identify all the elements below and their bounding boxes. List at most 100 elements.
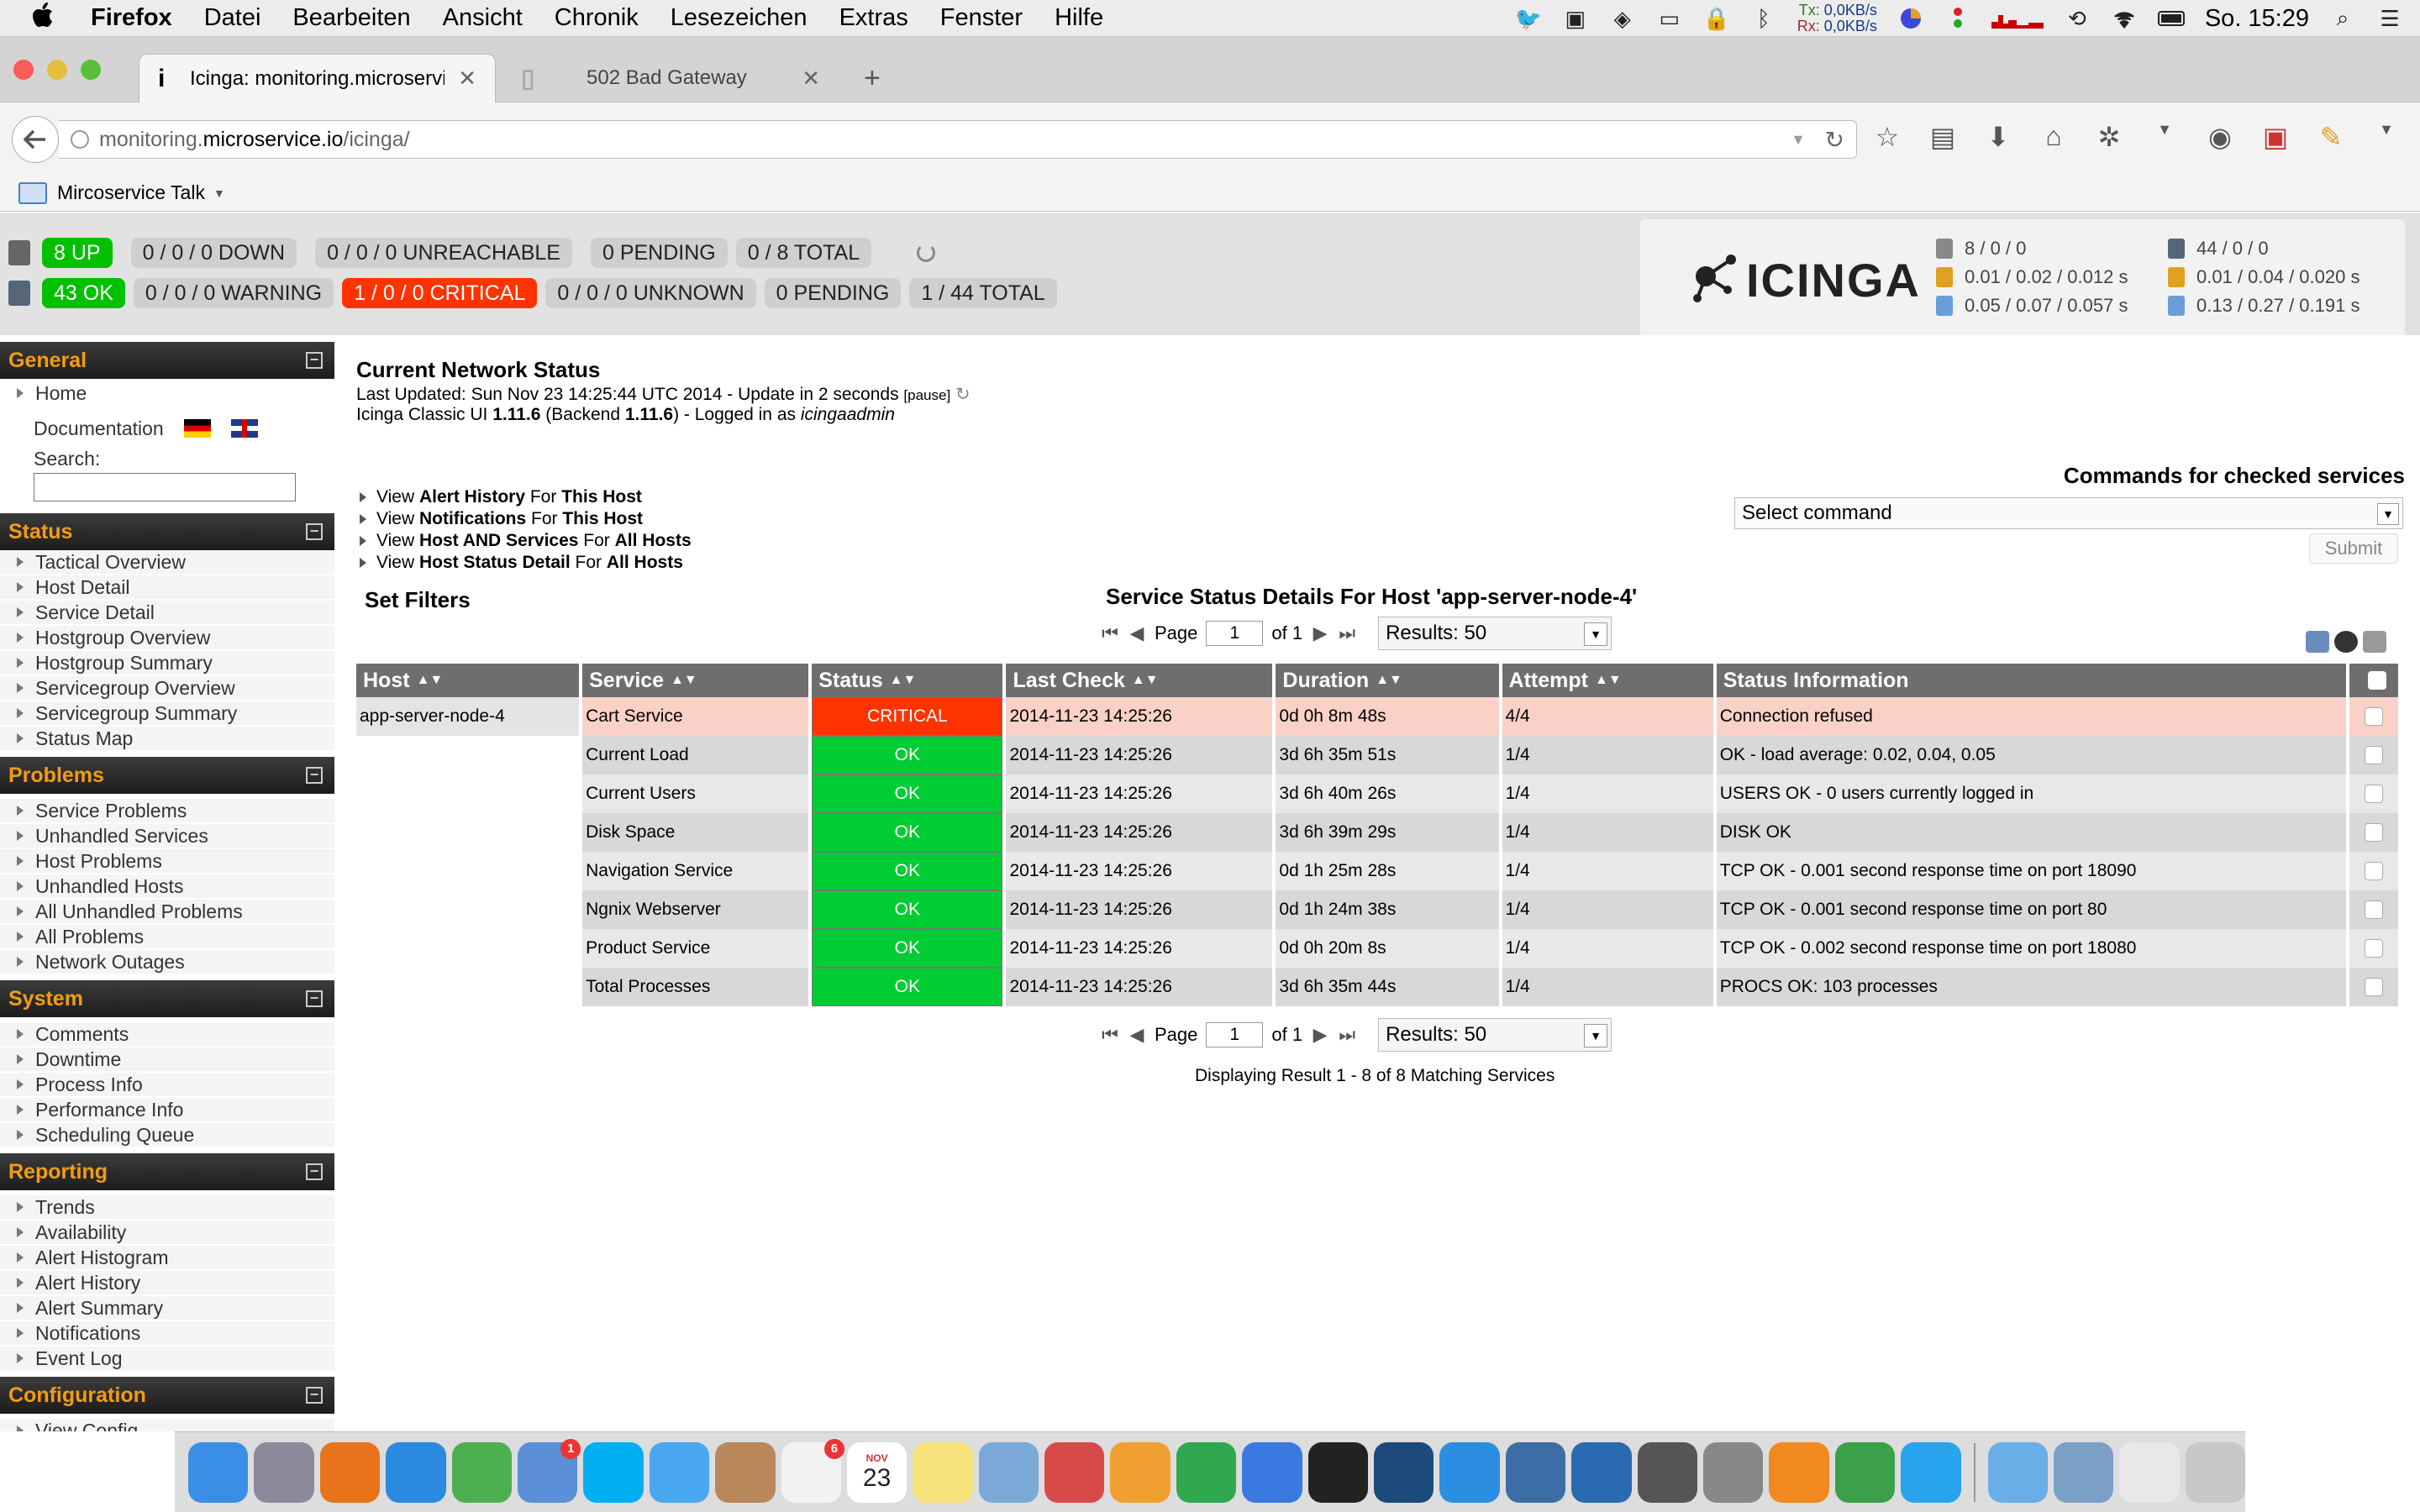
sidebar-item-downtime[interactable]: Downtime — [0, 1047, 334, 1073]
link-view-notifications[interactable]: View Notifications For This Host — [360, 508, 692, 530]
contacts-icon[interactable] — [715, 1441, 776, 1503]
host-cell[interactable]: app-server-node-4 — [356, 697, 580, 736]
last-page-icon[interactable]: ⏭ — [1338, 622, 1356, 644]
row-checkbox[interactable] — [2365, 746, 2384, 764]
cpu-pie-icon[interactable] — [1897, 7, 1924, 30]
menu-datei[interactable]: Datei — [204, 4, 261, 32]
skype-icon[interactable] — [583, 1441, 644, 1503]
window-minimize-button[interactable] — [47, 60, 67, 80]
sidebar-item-network-outages[interactable]: Network Outages — [0, 950, 334, 975]
notes-icon[interactable] — [913, 1441, 973, 1503]
battery-icon[interactable] — [2157, 7, 2185, 30]
sidebar-item-servicegroup-summary[interactable]: Servicegroup Summary — [0, 701, 334, 727]
sidebar-item-service-problems[interactable]: Service Problems — [0, 799, 334, 824]
menubar-clock[interactable]: So. 15:29 — [2205, 5, 2309, 33]
time-machine-icon[interactable]: ⟲ — [2064, 6, 2091, 31]
home-folder-icon[interactable] — [2053, 1441, 2114, 1503]
trash-icon[interactable] — [2185, 1441, 2246, 1503]
sidebar-item-performance-info[interactable]: Performance Info — [0, 1098, 334, 1123]
messages-icon[interactable] — [649, 1441, 710, 1503]
sort-arrows-icon[interactable]: ▲▼ — [890, 673, 917, 688]
reading-list-icon[interactable]: ▤ — [1928, 121, 1958, 153]
service-cell[interactable]: Product Service — [582, 929, 809, 968]
row-checkbox[interactable] — [2365, 785, 2384, 803]
sidebar-item-view-config[interactable]: View Config — [0, 1419, 334, 1431]
sidebar-item-all-problems[interactable]: All Problems — [0, 925, 334, 950]
sidebar-item-availability[interactable]: Availability — [0, 1221, 334, 1246]
apple-menu-icon[interactable] — [32, 2, 66, 34]
sidebar-item-notifications[interactable]: Notifications — [0, 1321, 334, 1347]
tab-close-icon[interactable]: ✕ — [458, 66, 476, 92]
chevron-down-icon[interactable]: ▼ — [213, 186, 225, 200]
sidebar-item-service-detail[interactable]: Service Detail — [0, 601, 334, 626]
numbers-icon[interactable] — [1176, 1441, 1237, 1503]
page-number-input[interactable]: 1 — [1206, 1022, 1264, 1047]
menu-chronik[interactable]: Chronik — [555, 4, 639, 32]
vpn-extension-icon[interactable]: ◉ — [2205, 121, 2235, 153]
last-page-icon[interactable]: ⏭ — [1338, 1024, 1356, 1046]
menubar-app-name[interactable]: Firefox — [91, 4, 172, 32]
elephant-icon[interactable] — [1571, 1441, 1632, 1503]
home-icon[interactable]: ⌂ — [2039, 121, 2069, 153]
refresh-small-icon[interactable]: ↻ — [955, 385, 971, 404]
tab-icinga[interactable]: i Icinga: monitoring.microservi... ✕ — [139, 54, 496, 102]
reload-icon[interactable]: ↻ — [1825, 126, 1844, 154]
first-page-icon[interactable]: ⏮ — [1101, 622, 1119, 644]
refresh-table-icon[interactable] — [2334, 631, 2358, 653]
sidebar-item-status-map[interactable]: Status Map — [0, 727, 334, 752]
sidebar-item-unhandled-hosts[interactable]: Unhandled Hosts — [0, 874, 334, 900]
link-view-host-status-detail[interactable]: View Host Status Detail For All Hosts — [360, 552, 692, 574]
english-flag-icon[interactable] — [230, 419, 258, 438]
notification-center-icon[interactable]: ☰ — [2376, 6, 2403, 31]
menu-hilfe[interactable]: Hilfe — [1055, 4, 1103, 32]
sidebar-section-system[interactable]: System − — [0, 980, 334, 1017]
services-pending-badge[interactable]: 0 PENDING — [764, 278, 902, 308]
hosts-pending-badge[interactable]: 0 PENDING — [590, 238, 728, 268]
sidebar-item-event-log[interactable]: Event Log — [0, 1347, 334, 1372]
collapse-icon[interactable]: − — [306, 352, 323, 369]
sort-arrows-icon[interactable]: ▲▼ — [1132, 673, 1159, 688]
reminders-icon[interactable]: 6 — [781, 1438, 844, 1503]
sidebar-item-host-problems[interactable]: Host Problems — [0, 849, 334, 874]
url-history-dropdown-icon[interactable]: ▼ — [1791, 131, 1806, 149]
row-checkbox[interactable] — [2365, 939, 2384, 958]
bookmark-folder-mircoservice-talk[interactable]: Mircoservice Talk — [57, 181, 205, 204]
extension-icon[interactable]: ✲ — [2094, 121, 2124, 153]
sublime-icon[interactable] — [1637, 1441, 1697, 1503]
mail-icon[interactable]: 1 — [517, 1438, 581, 1503]
tab-close-icon[interactable]: ✕ — [802, 66, 820, 92]
photos-icon[interactable] — [1044, 1441, 1105, 1503]
menu-lesezeichen[interactable]: Lesezeichen — [671, 4, 808, 32]
german-flag-icon[interactable] — [183, 419, 211, 438]
network-throughput[interactable]: Tx: 0,0KB/s Rx: 0,0KB/s — [1797, 3, 1877, 34]
collapse-icon[interactable]: − — [306, 990, 323, 1007]
preview-icon[interactable] — [978, 1441, 1039, 1503]
first-page-icon[interactable]: ⏮ — [1101, 1024, 1119, 1046]
service-cell[interactable]: Total Processes — [582, 968, 809, 1006]
twitter-icon[interactable] — [1901, 1441, 1961, 1503]
csv-export-icon[interactable] — [2306, 631, 2329, 653]
row-checkbox[interactable] — [2365, 707, 2384, 726]
ibooks-icon[interactable] — [1769, 1441, 1829, 1503]
pencil-icon[interactable]: ✎ — [2316, 121, 2346, 153]
pencil-dropdown-icon[interactable]: ▼ — [2371, 121, 2402, 153]
menu-bearbeiten[interactable]: Bearbeiten — [292, 4, 410, 32]
sort-arrows-icon[interactable]: ▲▼ — [1376, 673, 1402, 688]
sidebar-section-status[interactable]: Status − — [0, 513, 334, 550]
sidebar-section-general[interactable]: General − — [0, 342, 334, 379]
finder-icon[interactable] — [188, 1441, 249, 1503]
sidebar-item-all-unhandled-problems[interactable]: All Unhandled Problems — [0, 900, 334, 925]
sidebar-item-alert-history[interactable]: Alert History — [0, 1271, 334, 1296]
services-critical-badge[interactable]: 1 / 0 / 0 CRITICAL — [342, 278, 538, 308]
calendar-icon[interactable]: NOV 23 — [846, 1441, 908, 1503]
sidebar-item-comments[interactable]: Comments — [0, 1022, 334, 1047]
column-header-duration[interactable]: Duration ▲▼ — [1276, 664, 1499, 697]
sort-arrows-icon[interactable]: ▲▼ — [1595, 673, 1622, 688]
sidebar-item-servicegroup-overview[interactable]: Servicegroup Overview — [0, 676, 334, 701]
url-bar[interactable]: monitoring. microservice.io/icinga/ ▼ ↻ — [59, 120, 1857, 159]
next-page-icon[interactable]: ▶ — [1311, 622, 1329, 644]
hosts-down-badge[interactable]: 0 / 0 / 0 DOWN — [130, 238, 297, 268]
command-select[interactable]: Select command ▼ — [1734, 497, 2403, 529]
sidebar-item-hostgroup-summary[interactable]: Hostgroup Summary — [0, 651, 334, 676]
pages-icon[interactable] — [1110, 1441, 1171, 1503]
